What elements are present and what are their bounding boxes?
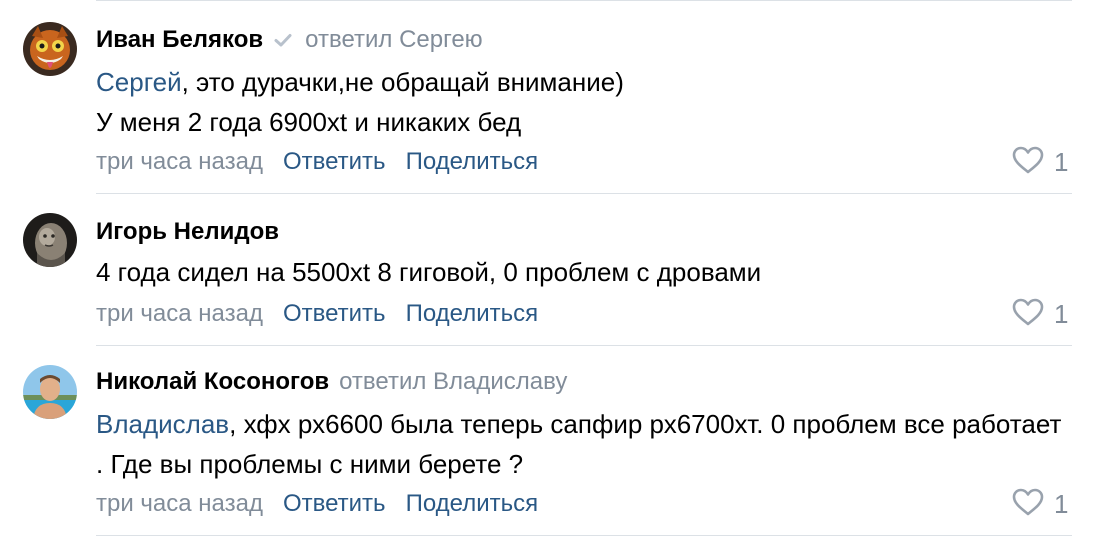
- like-button[interactable]: 1: [1012, 146, 1068, 178]
- check-icon: [271, 28, 295, 52]
- top-divider: [96, 0, 1072, 1]
- comment-text-rest: , хфх рх6600 была теперь сапфир рх6700хт…: [96, 409, 1062, 479]
- reply-to-link[interactable]: ответил Сергею: [305, 26, 483, 54]
- share-button[interactable]: Поделиться: [406, 300, 539, 328]
- comment-text: Сергей, это дурачки,не обращай внимание)…: [96, 62, 1066, 142]
- person-avatar-icon: [23, 365, 77, 419]
- timestamp[interactable]: три часа назад: [96, 490, 263, 518]
- author-name[interactable]: Игорь Нелидов: [96, 218, 279, 246]
- reply-button[interactable]: Ответить: [283, 490, 386, 518]
- like-count: 1: [1054, 298, 1069, 329]
- comment-text-line: Сергей, это дурачки,не обращай внимание): [96, 62, 1066, 102]
- comment-header: Игорь Нелидов: [96, 216, 279, 248]
- comment-text-rest: , это дурачки,не обращай внимание): [181, 67, 624, 97]
- sculpture-avatar-icon: [23, 213, 77, 267]
- cat-avatar-icon: [23, 22, 77, 76]
- reply-button[interactable]: Ответить: [283, 148, 386, 176]
- like-button[interactable]: 1: [1012, 488, 1068, 520]
- author-name[interactable]: Николай Косоногов: [96, 368, 329, 396]
- comment-meta: три часа назад Ответить Поделиться: [96, 146, 538, 178]
- reply-button[interactable]: Ответить: [283, 300, 386, 328]
- like-count: 1: [1054, 488, 1069, 519]
- comment-header: Иван Беляков ответил Сергею: [96, 24, 483, 56]
- like-button[interactable]: 1: [1012, 298, 1068, 330]
- comment-divider: [96, 535, 1072, 536]
- comment-meta: три часа назад Ответить Поделиться: [96, 488, 538, 520]
- heart-icon: [1012, 146, 1044, 179]
- comment-meta: три часа назад Ответить Поделиться: [96, 298, 538, 330]
- like-count: 1: [1054, 146, 1069, 177]
- avatar[interactable]: [23, 22, 77, 76]
- heart-icon: [1012, 488, 1044, 521]
- comment-divider: [96, 193, 1072, 194]
- avatar[interactable]: [23, 213, 77, 267]
- comment-text-line: У меня 2 года 6900xt и никаких бед: [96, 107, 522, 137]
- comment-divider: [96, 345, 1072, 346]
- share-button[interactable]: Поделиться: [406, 148, 539, 176]
- share-button[interactable]: Поделиться: [406, 490, 539, 518]
- comment-header: Николай Косоногов ответил Владиславу: [96, 366, 567, 398]
- timestamp[interactable]: три часа назад: [96, 148, 263, 176]
- heart-icon: [1012, 298, 1044, 331]
- timestamp[interactable]: три часа назад: [96, 300, 263, 328]
- mention-link[interactable]: Сергей: [96, 67, 182, 97]
- author-name[interactable]: Иван Беляков: [96, 26, 263, 54]
- mention-link[interactable]: Владислав: [96, 409, 229, 439]
- comment-text: Владислав, хфх рх6600 была теперь сапфир…: [96, 404, 1066, 484]
- reply-to-link[interactable]: ответил Владиславу: [339, 368, 567, 396]
- comment-text: 4 года сидел на 5500xt 8 гиговой, 0 проб…: [96, 257, 762, 287]
- avatar[interactable]: [23, 365, 77, 419]
